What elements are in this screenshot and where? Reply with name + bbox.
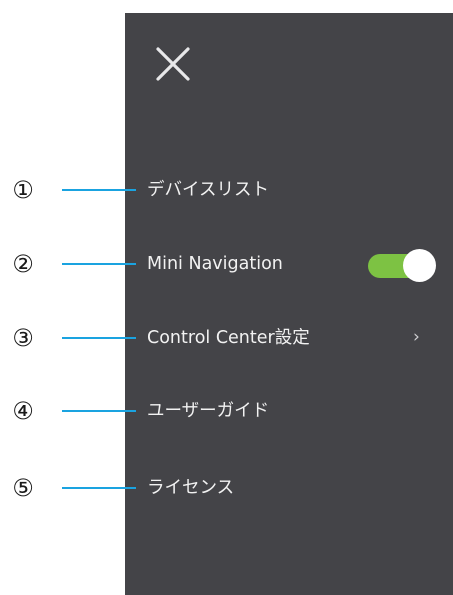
menu-item-label: デバイスリスト (147, 180, 269, 200)
menu-item-device-list[interactable]: デバイスリスト (125, 168, 453, 212)
callout-number-2: ② (12, 250, 34, 278)
callout-number-4: ④ (12, 397, 34, 425)
close-icon (156, 47, 190, 81)
menu-item-mini-navigation: Mini Navigation (125, 242, 453, 286)
close-button[interactable] (156, 47, 190, 81)
menu-item-label: ライセンス (147, 478, 235, 498)
menu-item-user-guide[interactable]: ユーザーガイド (125, 389, 453, 433)
callout-number-3: ③ (12, 324, 34, 352)
menu-item-license[interactable]: ライセンス (125, 466, 453, 510)
callout-number-5: ⑤ (12, 474, 34, 502)
menu-item-label: Mini Navigation (147, 254, 283, 274)
chevron-right-icon: › (413, 327, 420, 347)
toggle-knob (403, 249, 436, 282)
menu-item-label: ユーザーガイド (147, 401, 270, 421)
mini-navigation-toggle[interactable] (368, 248, 436, 282)
menu-item-label: Control Center設定 (147, 328, 310, 348)
menu-item-control-center-settings[interactable]: Control Center設定 › (125, 316, 453, 360)
callout-number-1: ① (12, 176, 34, 204)
